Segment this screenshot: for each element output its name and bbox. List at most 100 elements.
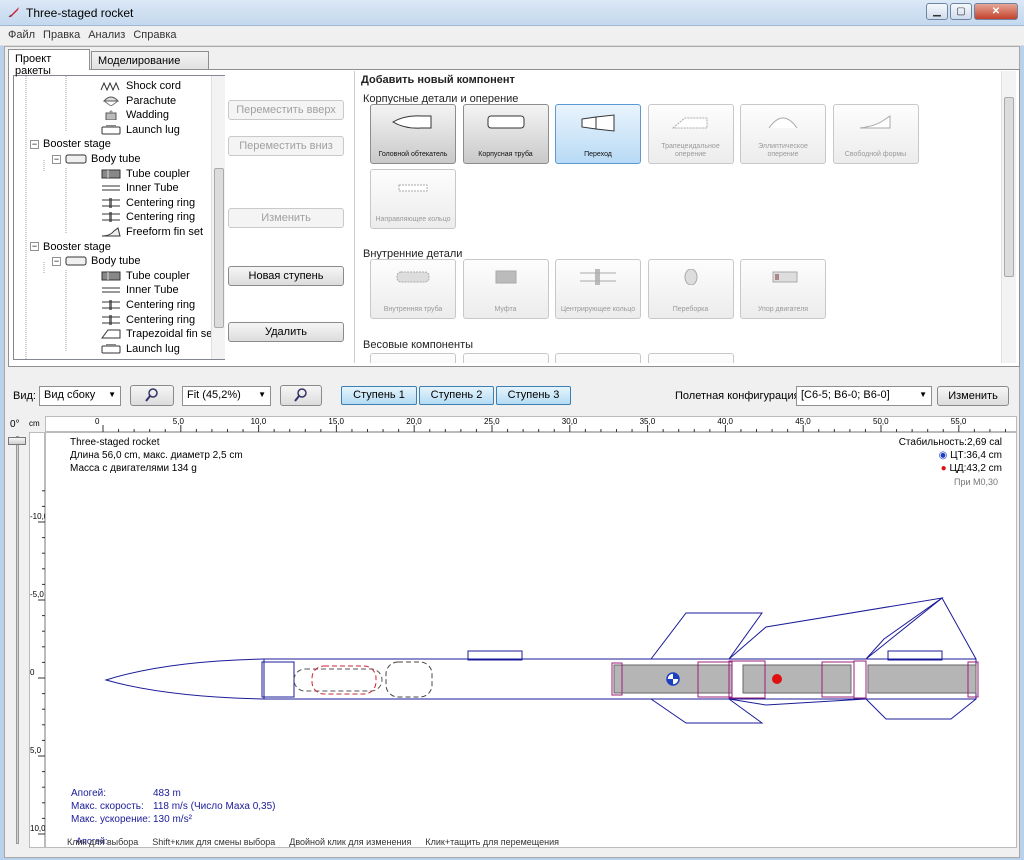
panel-scrollbar[interactable]	[1001, 71, 1016, 363]
fin-upper-1	[650, 612, 763, 660]
chevron-down-icon: ▼	[108, 390, 116, 399]
trapezoidal-fin-set-icon	[671, 117, 707, 129]
tree-scroll-thumb[interactable]	[214, 168, 224, 328]
zoom-out-button[interactable]	[280, 385, 322, 406]
tree-item-centering-ring[interactable]: Centering ring	[100, 210, 195, 224]
collapse-icon[interactable]: −	[30, 242, 39, 252]
new-stage-button[interactable]: Новая ступень	[228, 266, 344, 286]
zoom-in-button[interactable]	[130, 385, 174, 406]
v-tick-label: -5,0	[30, 590, 44, 599]
add-centering-ring-button[interactable]: Центрирующее кольцо	[555, 259, 641, 319]
component-label: Свободной формы	[844, 151, 907, 158]
rotation-slider-handle[interactable]	[8, 437, 26, 445]
tree-item-centering-ring[interactable]: Centering ring	[100, 298, 195, 312]
menu-file[interactable]: Файл	[4, 26, 39, 44]
tree-item-body-tube[interactable]: − Body tube	[52, 254, 141, 268]
view-select[interactable]: Вид сбоку ▼	[39, 386, 121, 406]
add-body-tube-button[interactable]: Корпусная труба	[462, 104, 549, 164]
collapse-icon[interactable]: −	[52, 256, 61, 266]
ruler-unit: cm	[29, 419, 40, 428]
collapse-icon[interactable]: −	[30, 139, 39, 149]
fin-upper-2	[728, 597, 944, 660]
tree-item-centering-ring[interactable]: Centering ring	[100, 313, 195, 327]
tree-item-parachute[interactable]: Parachute	[100, 94, 176, 108]
tree-item-label: Inner Tube	[126, 284, 179, 297]
flight-config-select[interactable]: [C6-5; B6-0; B6-0] ▼	[796, 386, 932, 406]
delete-button[interactable]: Удалить	[228, 322, 344, 342]
component-tree[interactable]: Shock cord Parachute Wadding Launch lug − Boo…	[13, 75, 225, 360]
add-inner-tube-button[interactable]: Внутренняя труба	[370, 259, 456, 319]
stage-2-button[interactable]: Ступень 2	[419, 386, 494, 405]
mass-component-button[interactable]	[462, 353, 549, 363]
h-tick-label: 10,0	[250, 417, 267, 426]
tree-item-body-tube[interactable]: − Body tube	[52, 152, 141, 166]
add-coupler-button[interactable]: Муфта	[462, 259, 549, 319]
move-up-button[interactable]: Переместить вверх	[228, 100, 344, 120]
close-button[interactable]: ✕	[974, 3, 1018, 20]
h-tick-label: 40,0	[717, 417, 733, 426]
edit-button[interactable]: Изменить	[228, 208, 344, 228]
parachute-icon	[102, 96, 120, 106]
zoom-select[interactable]: Fit (45,2%) ▼	[182, 386, 271, 406]
add-launch-lug-button[interactable]: Направляющее кольцо	[370, 169, 456, 229]
nose-cone-icon	[392, 115, 432, 129]
tree-item-trapezoidal-fin-set[interactable]: Trapezoidal fin set	[100, 327, 215, 341]
mass-component-button[interactable]	[647, 353, 734, 363]
tree-item-label: Wadding	[126, 109, 170, 122]
zoom-out-icon	[294, 388, 307, 402]
tree-item-shock-cord[interactable]: Shock cord	[100, 79, 181, 93]
add-nose-cone-button[interactable]: Головной обтекатель	[370, 104, 456, 164]
menu-edit[interactable]: Правка	[39, 26, 84, 44]
menu-analyze[interactable]: Анализ	[84, 26, 129, 44]
stage-1-button[interactable]: Ступень 1	[341, 386, 417, 405]
tree-item-inner-tube[interactable]: Inner Tube	[100, 283, 179, 297]
menu-help[interactable]: Справка	[129, 26, 180, 44]
mass-component-button[interactable]	[555, 353, 641, 363]
add-bulkhead-button[interactable]: Переборка	[647, 259, 734, 319]
add-freeform-fin-set-button[interactable]: Свободной формы	[832, 104, 919, 164]
add-trapezoidal-fin-set-button[interactable]: Трапецеидальное оперение	[647, 104, 734, 164]
centering-ring-icon	[102, 212, 120, 223]
tree-item-booster-stage[interactable]: − Booster stage	[30, 137, 111, 151]
panel-scroll-thumb[interactable]	[1004, 97, 1014, 277]
rocket-figure[interactable]: Three-staged rocket Длина 56,0 cm, макс.…	[45, 432, 1017, 848]
stage-3-button[interactable]: Ступень 3	[496, 386, 571, 405]
tree-item-launch-lug[interactable]: Launch lug	[100, 123, 180, 137]
tree-item-wadding[interactable]: Wadding	[100, 108, 169, 122]
add-engine-block-button[interactable]: Упор двигателя	[740, 259, 826, 319]
h-tick-label: 35,0	[639, 417, 656, 426]
h-tick-label: 55,0	[950, 417, 967, 426]
max-speed-value: 118 m/s (Число Маха 0,35)	[153, 801, 276, 812]
status-hints: Клик для выбора Shift+клик для смены выбо…	[67, 837, 559, 847]
tree-item-tube-coupler[interactable]: Tube coupler	[100, 167, 190, 181]
rocket-drawing[interactable]	[46, 433, 1016, 847]
h-tick-label: 15,0	[328, 417, 344, 426]
parachute-shape	[293, 668, 383, 692]
rotation-slider[interactable]: 0°	[8, 416, 26, 848]
tree-item-freeform-fin-set[interactable]: Freeform fin set	[100, 225, 203, 239]
move-down-button[interactable]: Переместить вниз	[228, 136, 344, 156]
centering-ring-icon	[102, 300, 120, 311]
tree-item-tube-coupler[interactable]: Tube coupler	[100, 269, 190, 283]
freeform-fin-set-icon	[859, 115, 890, 129]
rocket-design-pane: Shock cord Parachute Wadding Launch lug − Boo…	[8, 69, 1020, 367]
tree-item-inner-tube[interactable]: Inner Tube	[100, 181, 179, 195]
tree-item-booster-stage[interactable]: − Booster stage	[30, 240, 111, 254]
v-tick-label: 0	[30, 668, 35, 677]
tree-scrollbar[interactable]	[211, 76, 225, 359]
tab-flight-simulation[interactable]: Моделирование полета	[91, 51, 209, 79]
tree-item-centering-ring[interactable]: Centering ring	[100, 196, 195, 210]
minimize-button[interactable]: ▁	[926, 3, 948, 20]
add-transition-button[interactable]: Переход	[555, 104, 641, 164]
collapse-icon[interactable]: −	[52, 154, 61, 164]
fin-lower-3	[865, 698, 977, 720]
mass-component-button[interactable]	[370, 353, 456, 363]
tree-item-launch-lug[interactable]: Launch lug	[100, 342, 180, 356]
inner-tube-icon	[102, 185, 120, 191]
max-accel-value: 130 m/s²	[153, 814, 192, 825]
add-elliptical-fin-set-button[interactable]: Эллиптическое оперение	[740, 104, 826, 164]
flight-config-edit-button[interactable]: Изменить	[937, 386, 1009, 406]
maximize-button[interactable]: ▢	[950, 3, 972, 20]
tab-rocket-design[interactable]: Проект ракеты	[8, 49, 90, 77]
h-tick-label: 50,0	[873, 417, 889, 426]
